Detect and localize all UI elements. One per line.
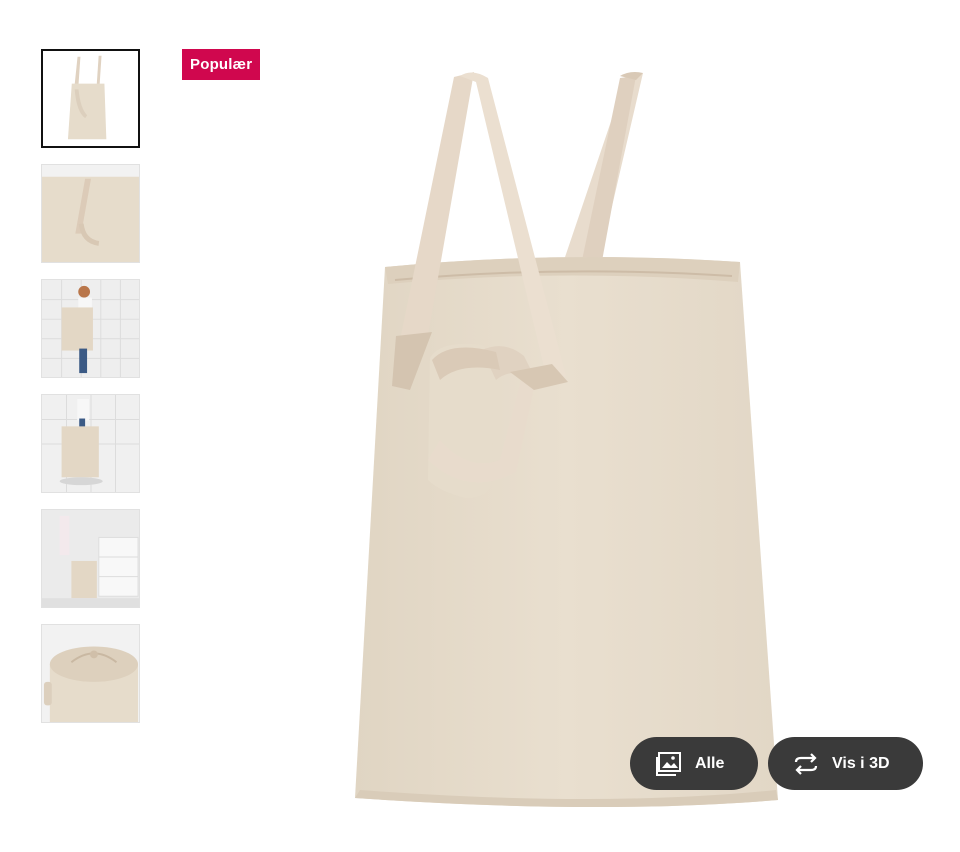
- thumbnail-list: [41, 49, 140, 739]
- thumbnail-4[interactable]: [41, 394, 140, 493]
- tote-bag-image: [355, 72, 778, 808]
- bag-drawstring-top-image: [42, 625, 139, 722]
- view-3d-button[interactable]: Vis i 3D: [768, 737, 923, 790]
- view-3d-label: Vis i 3D: [832, 754, 890, 772]
- thumbnail-2[interactable]: [41, 164, 140, 263]
- bag-closeup-image: [42, 165, 139, 262]
- all-images-label: Alle: [695, 754, 725, 772]
- main-product-image[interactable]: [300, 40, 960, 830]
- rotate-3d-icon: [792, 750, 820, 778]
- image-gallery-icon: [655, 750, 683, 778]
- all-images-button[interactable]: Alle: [630, 737, 758, 790]
- thumbnail-5[interactable]: [41, 509, 140, 608]
- person-carrying-bag-image: [42, 280, 139, 377]
- thumbnail-6[interactable]: [41, 624, 140, 723]
- thumbnail-3[interactable]: [41, 279, 140, 378]
- bag-in-bathroom-image: [42, 510, 139, 607]
- thumbnail-1[interactable]: [41, 49, 140, 148]
- bag-in-room-image: [42, 395, 139, 492]
- bag-thumbnail-image: [67, 55, 107, 140]
- popular-badge: Populær: [182, 49, 261, 80]
